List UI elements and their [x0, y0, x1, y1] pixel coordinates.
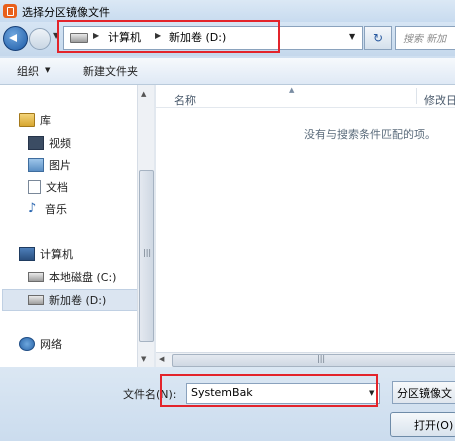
refresh-button[interactable]: ↻ [364, 26, 392, 50]
nav-item-music[interactable]: ♪ 音乐 [28, 201, 67, 217]
library-icon [19, 113, 35, 127]
nav-item-label: 音乐 [45, 203, 67, 216]
toolbar [0, 58, 455, 85]
nav-item-computer[interactable]: 计算机 [19, 246, 73, 262]
horizontal-scrollbar-thumb[interactable] [172, 354, 455, 367]
filetype-selected-value: 分区镜像文 [397, 387, 452, 400]
new-folder-button[interactable]: 新建文件夹 [83, 63, 138, 79]
hard-drive-icon [28, 295, 44, 305]
nav-item-label: 文档 [46, 181, 68, 194]
video-icon [28, 136, 44, 150]
window-title: 选择分区镜像文件 [22, 6, 110, 19]
empty-results-message: 没有与搜索条件匹配的项。 [304, 128, 436, 141]
organize-button[interactable]: 组织 [17, 63, 39, 79]
nav-item-label: 库 [40, 114, 51, 127]
nav-item-label: 新加卷 (D:) [49, 294, 107, 307]
nav-item-label: 计算机 [40, 248, 73, 261]
nav-item-label: 视频 [49, 137, 71, 150]
document-icon [28, 180, 41, 194]
nav-item-video[interactable]: 视频 [28, 135, 71, 151]
address-dropdown-icon[interactable]: ▼ [349, 32, 355, 41]
nav-item-label: 网络 [40, 338, 62, 351]
nav-item-label: 本地磁盘 (C:) [49, 271, 117, 284]
column-divider[interactable] [416, 88, 417, 104]
open-button-label: 打开(O) [414, 419, 454, 432]
scroll-up-icon[interactable]: ▲ [141, 90, 146, 98]
scroll-grip-icon: ||| [317, 354, 326, 363]
back-button[interactable] [3, 26, 28, 51]
column-header [156, 85, 455, 108]
nav-item-drive-d[interactable]: 新加卷 (D:) [28, 292, 106, 308]
column-date-header[interactable]: 修改日 [424, 92, 455, 108]
scroll-down-icon[interactable]: ▼ [141, 355, 146, 363]
sort-ascending-icon: ▲ [289, 86, 295, 94]
address-highlight-box [57, 20, 280, 53]
scroll-grip-icon: ||| [143, 248, 152, 257]
music-icon: ♪ [28, 201, 37, 216]
pictures-icon [28, 158, 44, 172]
nav-item-network[interactable]: 网络 [19, 336, 62, 352]
scroll-left-icon[interactable]: ◀ [159, 355, 164, 363]
computer-icon [19, 247, 35, 261]
nav-item-documents[interactable]: 文档 [28, 179, 68, 195]
hard-drive-icon [28, 272, 44, 282]
organize-dropdown-icon[interactable]: ▼ [45, 66, 50, 74]
nav-item-pictures[interactable]: 图片 [28, 157, 71, 173]
app-icon [3, 4, 17, 18]
nav-item-label: 图片 [49, 159, 71, 172]
nav-item-local-disk-c[interactable]: 本地磁盘 (C:) [28, 269, 116, 285]
network-icon [19, 337, 35, 351]
column-name-header[interactable]: 名称 [174, 92, 196, 108]
filename-highlight-box [160, 374, 378, 407]
nav-item-library[interactable]: 库 [19, 112, 51, 128]
forward-button[interactable] [29, 28, 51, 50]
search-placeholder: 搜索 新加 [403, 34, 447, 45]
